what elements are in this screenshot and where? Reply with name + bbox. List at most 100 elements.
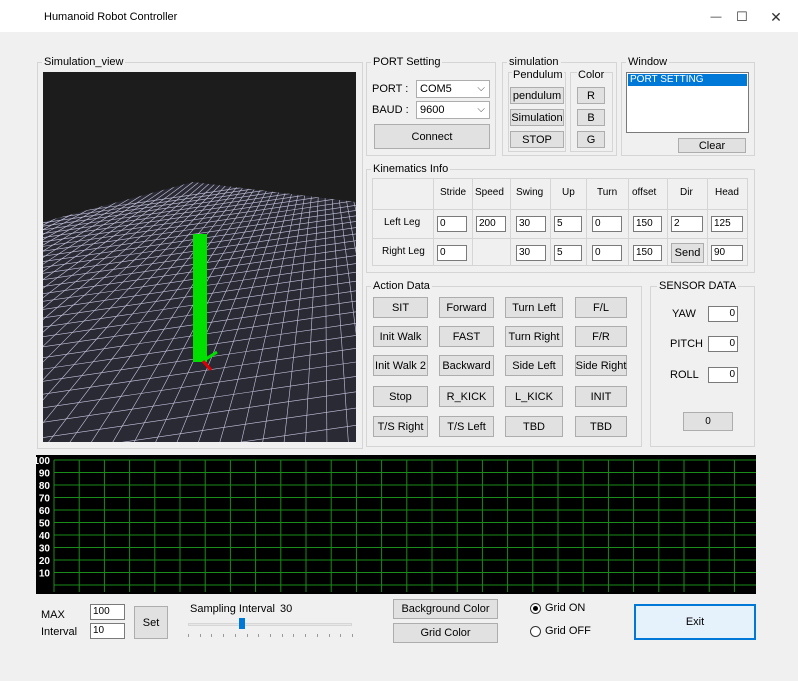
color-g-button[interactable]: G [577,131,605,148]
interval-input[interactable]: 10 [90,623,125,639]
action-button-init-walk[interactable]: Init Walk [373,326,428,347]
y-tick-label: 20 [39,556,51,567]
action-button-sit[interactable]: SIT [373,297,428,318]
left-offset-input[interactable]: 150 [633,216,662,232]
baud-label: BAUD : [372,104,409,116]
slider-tick [270,634,271,637]
y-tick-label: 10 [39,569,51,580]
send-button[interactable]: Send [671,243,704,263]
window-log-list[interactable]: PORT SETTING [626,72,749,133]
sensor-extra-value: 0 [683,412,733,431]
slider-tick [282,634,283,637]
radio-unchecked-icon [530,625,541,637]
left-swing-input[interactable]: 30 [516,216,546,232]
sampling-slider[interactable] [188,618,353,644]
max-input[interactable]: 100 [90,604,125,620]
action-button-t-s-left[interactable]: T/S Left [439,416,494,437]
y-tick-label: 50 [39,519,51,530]
background-color-button[interactable]: Background Color [393,599,498,619]
action-button-turn-left[interactable]: Turn Left [505,297,563,318]
col-header-stride: Stride [440,187,467,198]
pendulum-button[interactable]: pendulum [510,87,564,104]
slider-thumb[interactable] [239,618,245,629]
y-tick-label: 70 [39,494,51,505]
left-head-input[interactable]: 125 [711,216,743,232]
action-button-init-walk-2[interactable]: Init Walk 2 [373,355,428,376]
color-header: Color [577,69,606,81]
action-button-forward[interactable]: Forward [439,297,494,318]
action-button-backward[interactable]: Backward [439,355,494,376]
col-header-offset: offset [632,187,657,198]
action-button-init[interactable]: INIT [575,386,627,407]
action-button-side-left[interactable]: Side Left [505,355,563,376]
action-button-turn-right[interactable]: Turn Right [505,326,563,347]
right-up-input[interactable]: 5 [554,245,582,261]
right-offset-input[interactable]: 150 [633,245,662,261]
sensor-graph: 100 90 80 70 60 50 40 30 20 10 [36,455,756,594]
y-tick-label: 100 [36,456,50,467]
col-header-dir: Dir [680,187,693,198]
app-window: Humanoid Robot Controller — ☐ ✕ Simulati… [0,0,798,681]
color-r-button[interactable]: R [577,87,605,104]
y-tick-label: 90 [39,469,51,480]
sampling-interval-label: Sampling Interval [190,603,275,615]
slider-tick [235,634,236,637]
col-header-head: Head [715,187,739,198]
left-stride-input[interactable]: 0 [437,216,467,232]
slider-tick [258,634,259,637]
baud-select-value: 9600 [420,104,445,116]
clear-button[interactable]: Clear [678,138,746,153]
col-divider [510,178,511,266]
grid-on-radio[interactable]: Grid ON [530,602,585,614]
close-icon[interactable]: ✕ [756,6,796,28]
action-button-fast[interactable]: FAST [439,326,494,347]
baud-select[interactable]: 9600 ⌵ [416,101,490,119]
grid-color-button[interactable]: Grid Color [393,623,498,643]
action-button-tbd[interactable]: TBD [505,416,563,437]
port-select[interactable]: COM5 ⌵ [416,80,490,98]
slider-tick [188,634,189,637]
action-button-t-s-right[interactable]: T/S Right [373,416,428,437]
set-button[interactable]: Set [134,606,168,639]
left-turn-input[interactable]: 0 [592,216,622,232]
connect-button[interactable]: Connect [374,124,490,149]
slider-tick [317,634,318,637]
right-stride-input[interactable]: 0 [437,245,467,261]
sensor-graph-grid: 100 9080 7060 5040 3020 10 [36,456,756,592]
slider-tick [305,634,306,637]
action-data-label: Action Data [371,279,432,293]
simulation-viewport[interactable] [43,72,356,442]
action-button-f-l[interactable]: F/L [575,297,627,318]
action-button-r-kick[interactable]: R_KICK [439,386,494,407]
slider-tick [223,634,224,637]
right-head-input[interactable]: 90 [711,245,743,261]
y-tick-label: 80 [39,481,51,492]
action-button-side-right[interactable]: Side Right [575,355,627,376]
simulation-button[interactable]: Simulation [510,109,564,126]
window-log-selected-item[interactable]: PORT SETTING [628,74,747,86]
window-log-label: Window [626,55,670,69]
col-divider [628,178,629,266]
grid-off-radio[interactable]: Grid OFF [530,625,591,637]
roll-value: 0 [708,367,738,383]
right-turn-input[interactable]: 0 [592,245,622,261]
pendulum-header: Pendulum [512,69,564,81]
exit-button[interactable]: Exit [634,604,756,640]
action-button-tbd[interactable]: TBD [575,416,627,437]
kinematics-label: Kinematics Info [371,162,451,176]
radio-checked-icon [530,602,541,614]
right-swing-input[interactable]: 30 [516,245,546,261]
action-button-f-r[interactable]: F/R [575,326,627,347]
slider-tick [340,634,341,637]
robot-3d-scene [43,182,356,442]
action-button-l-kick[interactable]: L_KICK [505,386,563,407]
stop-simulation-button[interactable]: STOP [510,131,564,148]
left-speed-input[interactable]: 200 [476,216,506,232]
action-button-stop[interactable]: Stop [373,386,428,407]
roll-label: ROLL [670,369,699,381]
slider-tick [200,634,201,637]
color-b-button[interactable]: B [577,109,605,126]
chevron-down-icon: ⌵ [477,104,485,115]
left-up-input[interactable]: 5 [554,216,582,232]
left-dir-input[interactable]: 2 [671,216,703,232]
